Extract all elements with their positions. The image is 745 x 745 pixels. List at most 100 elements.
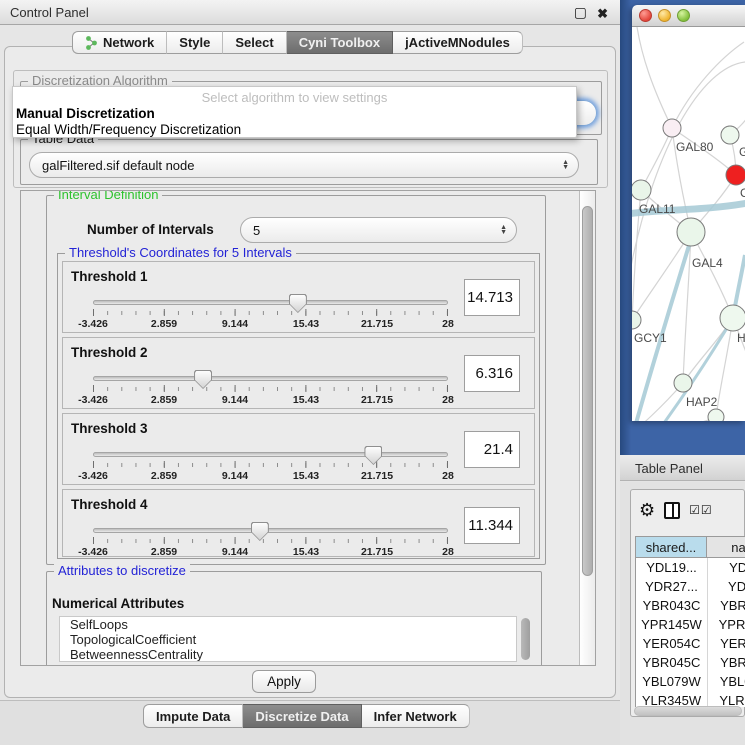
network-node[interactable] bbox=[632, 180, 651, 200]
threshold-slider[interactable]: -3.4262.8599.14415.4321.71528 bbox=[93, 294, 448, 332]
minimize-traffic-light-icon[interactable] bbox=[658, 9, 671, 22]
network-canvas[interactable]: GAL80GGAL11CGAL4GCY1HHAP2 bbox=[632, 27, 745, 421]
threshold-slider[interactable]: -3.4262.8599.14415.4321.71528 bbox=[93, 522, 448, 560]
column-header-shared-name[interactable]: shared... bbox=[635, 536, 707, 558]
close-icon[interactable]: ✖ bbox=[597, 6, 608, 22]
gear-icon[interactable]: ⚙ bbox=[639, 501, 655, 519]
table-row[interactable]: YER054CYER054C bbox=[636, 634, 745, 653]
slider-major-ticks bbox=[93, 309, 448, 316]
tab-impute-data[interactable]: Impute Data bbox=[143, 704, 243, 728]
network-node[interactable] bbox=[632, 311, 641, 329]
table-horizontal-scrollbar[interactable] bbox=[634, 706, 742, 716]
thresholds-group: Threshold's Coordinates for 5 Intervals … bbox=[57, 253, 540, 559]
slider-track[interactable] bbox=[93, 376, 448, 381]
tab-infer-network[interactable]: Infer Network bbox=[362, 704, 470, 728]
table-row[interactable]: YLR345WYLR345W bbox=[636, 691, 745, 707]
table-cell[interactable]: YER054C bbox=[708, 634, 745, 653]
popup-item-manual-discretization[interactable]: Manual Discretization bbox=[16, 106, 155, 121]
threshold-row: Threshold 4 -3.4262.8599.14415.4321.7152… bbox=[62, 489, 535, 557]
table-cell[interactable]: YLR345W bbox=[636, 691, 708, 707]
attribute-item[interactable]: TopologicalCoefficient bbox=[60, 632, 516, 647]
apply-button[interactable]: Apply bbox=[252, 670, 316, 693]
slider-track[interactable] bbox=[93, 452, 448, 457]
bottom-tab-bar: Impute Data Discretize Data Infer Networ… bbox=[143, 704, 470, 728]
attribute-item[interactable]: SelfLoops bbox=[60, 617, 516, 632]
table-row[interactable]: YBR045CYBR045C bbox=[636, 653, 745, 672]
network-node[interactable] bbox=[708, 409, 724, 421]
threshold-value-field[interactable]: 21.4 bbox=[464, 431, 520, 468]
node-label: C bbox=[740, 186, 745, 200]
tab-jactivemnodules[interactable]: jActiveMNodules bbox=[393, 31, 523, 54]
table-cell[interactable]: YDL19 bbox=[708, 558, 745, 577]
network-node[interactable] bbox=[720, 305, 745, 331]
threshold-value-field[interactable]: 14.713 bbox=[464, 279, 520, 316]
node-label: GAL4 bbox=[692, 256, 723, 270]
table-panel-title: Table Panel bbox=[635, 461, 703, 476]
table-cell[interactable]: YDR27 bbox=[708, 577, 745, 596]
threshold-slider[interactable]: -3.4262.8599.14415.4321.71528 bbox=[93, 446, 448, 484]
threshold-value-field[interactable]: 11.344 bbox=[464, 507, 520, 544]
table-cell[interactable]: YDL19... bbox=[636, 558, 708, 577]
table-cell[interactable]: YBR045C bbox=[708, 653, 745, 672]
tab-network[interactable]: Network bbox=[72, 31, 167, 54]
table-row[interactable]: YDR27...YDR27 bbox=[636, 577, 745, 596]
table-cell[interactable]: YBL079W bbox=[708, 672, 745, 691]
network-node[interactable] bbox=[674, 374, 692, 392]
table-row[interactable]: YBR043CYBR043C bbox=[636, 596, 745, 615]
node-table: shared... name YDL19...YDL19YDR27...YDR2… bbox=[635, 536, 745, 707]
table-cell[interactable]: YPR145W bbox=[708, 615, 745, 634]
popup-item-equal-width-frequency[interactable]: Equal Width/Frequency Discretization bbox=[16, 122, 241, 137]
table-data-combobox[interactable]: galFiltered.sif default node ▲▼ bbox=[29, 152, 579, 178]
threshold-value-field[interactable]: 6.316 bbox=[464, 355, 520, 392]
table-cell[interactable]: YPR145W bbox=[636, 615, 708, 634]
table-cell[interactable]: YDR27... bbox=[636, 577, 708, 596]
interval-definition-label: Interval Definition bbox=[54, 190, 162, 202]
node-label: HAP2 bbox=[686, 395, 718, 409]
column-header-name[interactable]: name bbox=[707, 536, 745, 558]
table-row[interactable]: YBL079WYBL079W bbox=[636, 672, 745, 691]
table-row[interactable]: YPR145WYPR145W bbox=[636, 615, 745, 634]
table-cell[interactable]: YBR045C bbox=[636, 653, 708, 672]
tab-style[interactable]: Style bbox=[167, 31, 223, 54]
network-node[interactable] bbox=[726, 165, 745, 185]
tick-label: 2.859 bbox=[151, 470, 177, 482]
tab-discretize-data[interactable]: Discretize Data bbox=[243, 704, 361, 728]
split-columns-icon[interactable] bbox=[664, 502, 680, 519]
settings-scrollpane: Interval Definition Number of Intervals … bbox=[20, 190, 596, 666]
table-cell[interactable]: YBL079W bbox=[636, 672, 708, 691]
slider-scale: -3.4262.8599.14415.4321.71528 bbox=[93, 470, 448, 482]
table-row[interactable]: YDL19...YDL19 bbox=[636, 558, 745, 577]
number-of-intervals-combobox[interactable]: 5 ▲▼ bbox=[240, 217, 517, 243]
number-of-intervals-label: Number of Intervals bbox=[87, 222, 214, 237]
tick-label: -3.426 bbox=[78, 546, 108, 558]
table-data-value: galFiltered.sif default node bbox=[42, 158, 194, 173]
tick-label: 21.715 bbox=[361, 394, 393, 406]
table-cell[interactable]: YBR043C bbox=[636, 596, 708, 615]
network-node[interactable] bbox=[721, 126, 739, 144]
table-cell[interactable]: YLR345W bbox=[708, 691, 745, 707]
node-label: GAL80 bbox=[676, 140, 714, 154]
slider-track[interactable] bbox=[93, 528, 448, 533]
settings-vertical-scrollbar[interactable] bbox=[579, 191, 595, 665]
network-node[interactable] bbox=[663, 119, 681, 137]
checkbox-icons[interactable]: ☑☑ bbox=[689, 503, 713, 517]
tab-impute-label: Impute Data bbox=[156, 709, 230, 724]
slider-scale: -3.4262.8599.14415.4321.71528 bbox=[93, 394, 448, 406]
slider-track[interactable] bbox=[93, 300, 448, 305]
numerical-attributes-list[interactable]: SelfLoopsTopologicalCoefficientBetweenne… bbox=[59, 616, 517, 662]
close-traffic-light-icon[interactable] bbox=[639, 9, 652, 22]
zoom-traffic-light-icon[interactable] bbox=[677, 9, 690, 22]
scrollbar-thumb[interactable] bbox=[582, 206, 593, 576]
tab-cyni-toolbox[interactable]: Cyni Toolbox bbox=[287, 31, 393, 54]
table-cell[interactable]: YBR043C bbox=[708, 596, 745, 615]
attributes-list-scrollbar[interactable] bbox=[521, 618, 530, 660]
table-container: ⚙ ☑☑ shared... name YDL19...YDL19YDR27..… bbox=[630, 489, 745, 717]
threshold-slider[interactable]: -3.4262.8599.14415.4321.71528 bbox=[93, 370, 448, 408]
table-cell[interactable]: YER054C bbox=[636, 634, 708, 653]
attribute-item[interactable]: BetweennessCentrality bbox=[60, 647, 516, 662]
float-window-icon[interactable]: ▢ bbox=[574, 4, 587, 21]
tab-select[interactable]: Select bbox=[223, 31, 286, 54]
tick-label: 28 bbox=[442, 546, 454, 558]
tick-label: 9.144 bbox=[222, 318, 248, 330]
network-node[interactable] bbox=[677, 218, 705, 246]
